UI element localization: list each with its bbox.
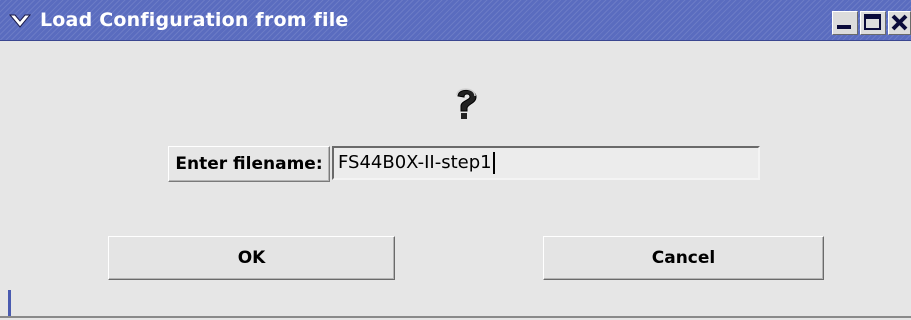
title-bar[interactable]: Load Configuration from file: [0, 0, 911, 41]
question-icon: [456, 88, 477, 119]
minimize-icon: [837, 25, 851, 29]
window-menu-button[interactable]: [6, 10, 34, 32]
load-configuration-dialog: Load Configuration from file Enter filen…: [0, 0, 911, 320]
ok-button[interactable]: OK: [108, 236, 395, 280]
text-caret: [492, 152, 495, 174]
window-bottom-border: [0, 316, 911, 318]
minimize-button[interactable]: [832, 11, 858, 35]
chevron-down-icon: [8, 14, 32, 28]
maximize-icon: [864, 14, 881, 30]
maximize-button[interactable]: [860, 11, 886, 35]
filename-label: Enter filename:: [168, 146, 330, 182]
close-icon: [891, 14, 908, 31]
close-button[interactable]: [888, 11, 911, 35]
window-title: Load Configuration from file: [40, 9, 349, 31]
window-edge-accent: [8, 290, 11, 318]
filename-value: FS44B0X-II-step1: [338, 152, 492, 173]
cancel-button[interactable]: Cancel: [543, 236, 824, 280]
filename-input[interactable]: FS44B0X-II-step1: [332, 146, 760, 180]
